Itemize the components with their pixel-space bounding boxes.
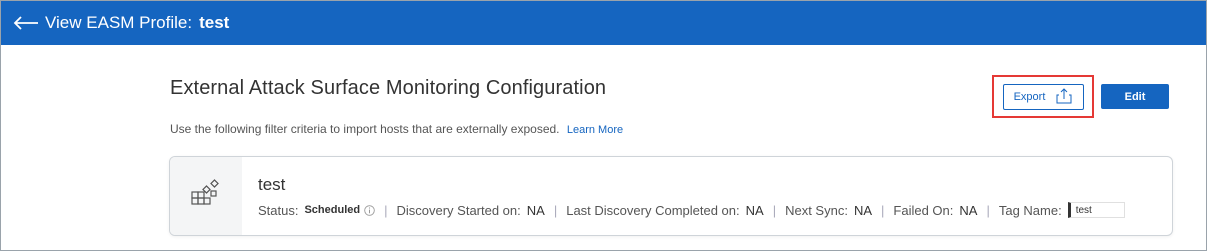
header-bar: View EASM Profile: test: [1, 1, 1206, 45]
last-discovery-label: Last Discovery Completed on:: [566, 202, 740, 218]
learn-more-link[interactable]: Learn More: [567, 124, 623, 136]
page-title-prefix: View EASM Profile:: [45, 13, 193, 32]
section-description: Use the following filter criteria to imp…: [170, 122, 623, 136]
app-window: View EASM Profile: test External Attack …: [0, 0, 1207, 251]
meta-separator: |: [553, 202, 558, 218]
meta-separator: |: [384, 202, 388, 218]
upload-icon: [1055, 87, 1073, 107]
discovery-started-label: Discovery Started on:: [396, 202, 521, 218]
info-icon[interactable]: [364, 204, 375, 216]
grid-diamond-icon: [190, 178, 222, 215]
export-button-label: Export: [1013, 91, 1046, 103]
status-label: Status:: [258, 202, 299, 218]
profile-card-meta: Status: Scheduled | Discovery Started on…: [258, 202, 1125, 218]
profile-card[interactable]: test Status: Scheduled | Discovery Start…: [169, 156, 1173, 236]
failed-on-value: NA: [959, 202, 978, 218]
section-heading: External Attack Surface Monitoring Confi…: [170, 77, 607, 99]
meta-separator: |: [881, 202, 885, 218]
description-text: Use the following filter criteria to imp…: [170, 122, 560, 136]
export-button[interactable]: Export: [1003, 84, 1084, 110]
tag-name-label: Tag Name:: [998, 202, 1062, 218]
page-title: View EASM Profile: test: [45, 13, 229, 33]
next-sync-label: Next Sync:: [785, 202, 848, 218]
meta-separator: |: [986, 202, 990, 218]
failed-on-label: Failed On:: [893, 202, 954, 218]
back-arrow-icon[interactable]: [13, 14, 39, 32]
edit-button[interactable]: Edit: [1101, 84, 1169, 109]
profile-card-title: test: [258, 175, 286, 194]
last-discovery-value: NA: [745, 202, 764, 218]
status-value: Scheduled: [304, 204, 361, 216]
discovery-started-value: NA: [526, 202, 545, 218]
meta-separator: |: [772, 202, 777, 218]
profile-icon-box: [170, 157, 242, 235]
tag-chip: test: [1067, 202, 1125, 218]
next-sync-value: NA: [853, 202, 873, 218]
profile-name: test: [199, 13, 230, 32]
